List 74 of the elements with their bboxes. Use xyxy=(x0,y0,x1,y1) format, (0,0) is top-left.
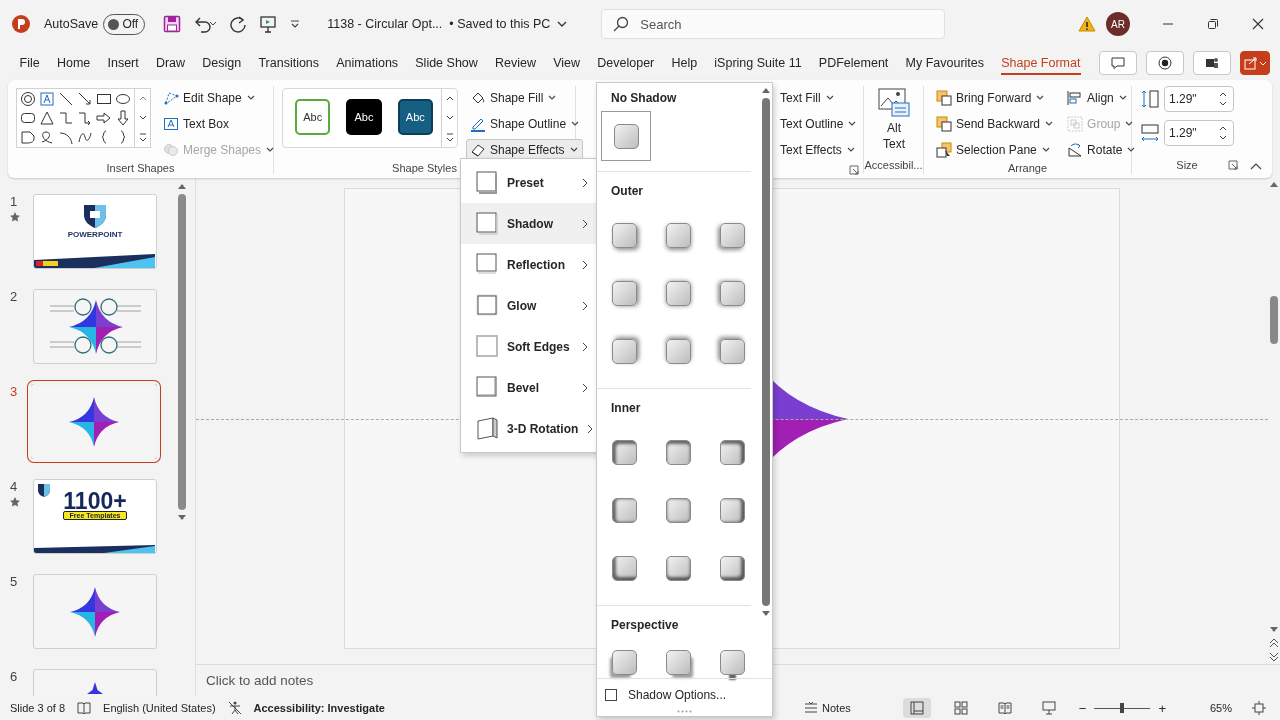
avatar[interactable]: AR xyxy=(1106,12,1130,36)
ribbon-tab[interactable]: iSpring Suite 11 xyxy=(705,50,811,76)
ribbon-button[interactable]: Shape Fill xyxy=(466,87,584,109)
style-preset[interactable]: Abc xyxy=(346,99,382,135)
menu-item[interactable]: Soft Edges xyxy=(461,326,596,367)
slide-number: 5 xyxy=(10,574,18,589)
menu-item[interactable]: 3-D Rotation xyxy=(461,408,596,449)
ribbon-tab[interactable]: Home xyxy=(48,50,99,76)
autosave-label: AutoSave xyxy=(44,17,99,31)
section-heading: Outer xyxy=(610,183,644,200)
ribbon-button[interactable]: Selection Pane xyxy=(932,139,1058,161)
ribbon-tab[interactable]: Review xyxy=(486,50,545,76)
section-heading: Inner xyxy=(610,400,642,417)
ribbon-tab[interactable]: Design xyxy=(193,50,250,76)
slide-thumbnail[interactable]: POWERPOINT xyxy=(33,194,157,269)
ribbon-button[interactable]: Bring Forward xyxy=(932,87,1058,109)
slide-counter: Slide 3 of 8 xyxy=(10,702,66,714)
save-status: • Saved to this PC xyxy=(449,17,551,31)
group-label: Shape Styles xyxy=(392,161,457,174)
ribbon-button[interactable]: Send Backward xyxy=(932,113,1058,135)
style-preset[interactable]: Abc xyxy=(397,99,433,135)
ribbon-tab[interactable]: Animations xyxy=(327,50,407,76)
ribbon-tab[interactable]: Help xyxy=(662,50,706,76)
notes-placeholder[interactable]: Click to add notes xyxy=(206,673,314,688)
slide-number: 3 xyxy=(10,384,18,399)
ribbon-tab[interactable]: Slide Show xyxy=(406,50,487,76)
style-preset[interactable]: Abc xyxy=(295,99,331,135)
menu-item[interactable]: Shadow xyxy=(461,203,596,244)
ribbon-button[interactable]: Text Box xyxy=(159,113,279,135)
document-title[interactable]: 1138 - Circular Opt... xyxy=(327,17,443,31)
search-field[interactable]: Search xyxy=(601,9,946,39)
slide-number: 6 xyxy=(10,669,18,684)
ribbon-button[interactable]: Shape Outline xyxy=(466,113,584,135)
group-label: Arrange xyxy=(1007,161,1048,174)
menu-item[interactable]: Bevel xyxy=(461,367,596,408)
ribbon-button[interactable]: Rotate xyxy=(1063,139,1140,161)
slide-title: POWERPOINT xyxy=(67,231,123,239)
section-heading: Perspective xyxy=(610,617,680,634)
ribbon-tab[interactable]: Insert xyxy=(98,50,148,76)
ribbon-tab[interactable]: Transitions xyxy=(249,50,328,76)
ribbon-tab[interactable]: Shape Format xyxy=(992,50,1090,76)
ribbon-button[interactable]: Text Fill xyxy=(776,87,861,109)
menu-item[interactable]: Reflection xyxy=(461,244,596,285)
language-status[interactable]: English (United States) xyxy=(103,702,216,714)
group-label: Insert Shapes xyxy=(106,161,175,174)
number-field[interactable]: 1.29" xyxy=(1164,86,1234,112)
ribbon-tab[interactable]: Draw xyxy=(147,50,194,76)
menu-item[interactable]: Preset xyxy=(461,162,596,203)
accessibility-status[interactable]: Accessibility: Investigate xyxy=(253,702,385,714)
zoom-in-button[interactable]: + xyxy=(1158,700,1166,716)
ribbon-button[interactable]: Shape Effects xyxy=(466,139,584,161)
slide-number: 4 xyxy=(10,479,18,494)
menu-item[interactable]: Glow xyxy=(461,285,596,326)
notes-button[interactable]: Notes xyxy=(804,702,851,714)
ribbon-button[interactable]: Text Effects xyxy=(776,139,861,161)
group-label: Size xyxy=(1176,159,1198,171)
zoom-level[interactable]: 65% xyxy=(1209,702,1232,714)
section-heading: No Shadow xyxy=(610,90,678,107)
ribbon-tab[interactable]: My Favourites xyxy=(896,50,993,76)
ribbon-tab[interactable]: File xyxy=(11,50,49,76)
ribbon-button[interactable]: Align xyxy=(1063,87,1140,109)
ribbon-tab[interactable]: Developer xyxy=(588,50,663,76)
ribbon-tab[interactable]: PDFelement xyxy=(810,50,897,76)
ribbon-tab[interactable]: View xyxy=(544,50,589,76)
group-label: Accessibil... xyxy=(864,159,923,171)
alt-text-button[interactable]: Alt Text xyxy=(872,86,916,156)
zoom-out-button[interactable]: − xyxy=(1078,700,1087,716)
ribbon-button[interactable]: Edit Shape xyxy=(159,87,279,109)
headline: 1100+ xyxy=(63,490,127,513)
slide-number: 1 xyxy=(10,194,18,209)
number-field[interactable]: 1.29" xyxy=(1164,120,1234,146)
ribbon-button[interactable]: Text Outline xyxy=(776,113,861,135)
shadow-options-link[interactable]: Shadow Options... xyxy=(628,687,727,702)
slide-number: 2 xyxy=(10,289,18,304)
